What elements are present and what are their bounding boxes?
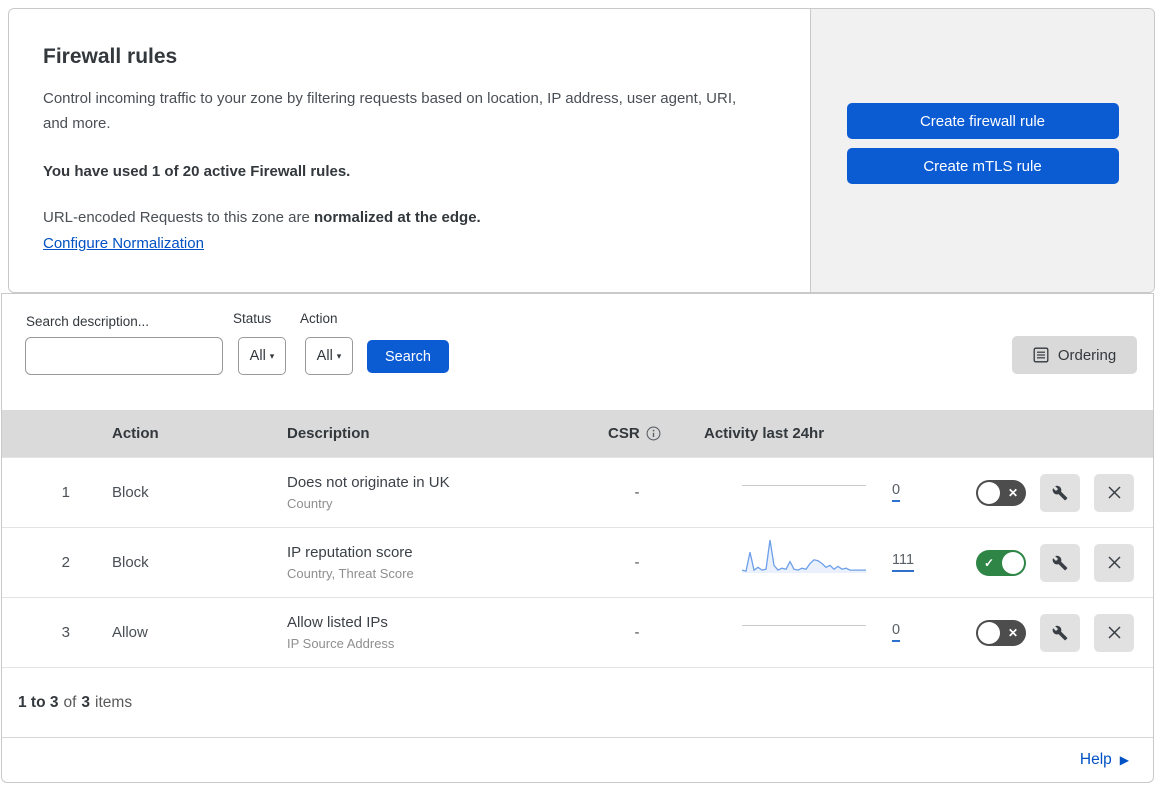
create-firewall-rule-button[interactable]: Create firewall rule [846, 103, 1119, 139]
help-link-label: Help [1079, 751, 1112, 768]
column-description: Description [287, 425, 370, 442]
items-total: 3 [81, 693, 91, 711]
header-info-panel: Firewall rules Control incoming traffic … [9, 9, 811, 292]
action-dropdown-value: All [316, 348, 333, 364]
ordering-list-icon [1033, 347, 1049, 363]
wrench-icon [1052, 485, 1068, 500]
activity-count-link[interactable]: 0 [892, 623, 901, 643]
edit-rule-button[interactable] [1040, 613, 1080, 652]
wrench-icon [1052, 555, 1068, 570]
info-icon[interactable] [646, 426, 661, 441]
header-actions-panel: Create firewall rule Create mTLS rule [811, 9, 1154, 292]
delete-rule-button[interactable] [1094, 543, 1134, 582]
rule-action: Block [112, 484, 149, 501]
items-label: items [95, 693, 133, 711]
toggle-off-x-icon: ✕ [1007, 485, 1018, 500]
status-dropdown[interactable]: All ▾ [238, 337, 286, 375]
toggle-knob [978, 621, 1000, 644]
toggle-knob [978, 481, 1000, 504]
column-action: Action [112, 425, 159, 442]
filter-bar: Search description... Status All ▾ Actio… [2, 294, 1153, 410]
help-bar: Help ▶ [2, 737, 1153, 782]
rule-enabled-toggle[interactable]: ✓ [976, 549, 1026, 576]
chevron-down-icon: ▾ [269, 350, 275, 361]
items-count: 1 to 3 of 3 items [2, 667, 1153, 737]
wrench-icon [1052, 625, 1068, 640]
rule-csr-value: - [634, 554, 640, 571]
table-row: 1 Block Does not originate in UK Country… [2, 457, 1153, 527]
table-row: 2 Block IP reputation score Country, Thr… [2, 527, 1153, 597]
items-of-label: of [63, 693, 77, 711]
usage-summary: You have used 1 of 20 active Firewall ru… [43, 163, 351, 180]
column-activity: Activity last 24hr [704, 425, 825, 442]
ordering-button[interactable]: Ordering [1012, 336, 1137, 374]
edit-rule-button[interactable] [1040, 543, 1080, 582]
search-input-wrapper [25, 337, 230, 375]
search-button[interactable]: Search [367, 340, 449, 373]
status-dropdown-value: All [249, 348, 266, 364]
toggle-knob [1002, 551, 1024, 574]
delete-rule-button[interactable] [1094, 473, 1134, 512]
rule-priority: 1 [61, 484, 70, 501]
rule-action: Block [112, 554, 149, 571]
normalization-note-bold: normalized at the edge. [314, 209, 481, 226]
rule-fields: Country, Threat Score [287, 566, 414, 581]
toggle-on-check-icon: ✓ [984, 555, 995, 570]
chevron-down-icon: ▾ [336, 350, 342, 361]
rule-fields: Country [287, 496, 333, 511]
help-link[interactable]: Help ▶ [1080, 751, 1129, 769]
status-label: Status [233, 311, 272, 326]
activity-count-link[interactable]: 0 [892, 483, 901, 503]
rule-priority: 2 [61, 554, 70, 571]
arrow-right-icon: ▶ [1119, 753, 1129, 767]
rule-fields: IP Source Address [287, 636, 395, 651]
column-csr: CSR [572, 425, 702, 442]
rule-description-link[interactable]: Allow listed IPs [287, 614, 572, 631]
activity-count-link[interactable]: 111 [892, 553, 915, 573]
normalization-note-text: URL-encoded Requests to this zone are [43, 209, 314, 226]
delete-rule-button[interactable] [1094, 613, 1134, 652]
page-title: Firewall rules [43, 45, 178, 68]
column-csr-label: CSR [608, 425, 640, 442]
rule-enabled-toggle[interactable]: ✕ [976, 619, 1026, 646]
rule-enabled-toggle[interactable]: ✕ [976, 479, 1026, 506]
close-icon [1107, 486, 1121, 499]
normalization-note: URL-encoded Requests to this zone are no… [43, 209, 770, 226]
toggle-off-x-icon: ✕ [1007, 625, 1018, 640]
action-label: Action [300, 311, 338, 326]
action-dropdown[interactable]: All ▾ [305, 337, 353, 375]
header-card: Firewall rules Control incoming traffic … [8, 8, 1155, 293]
rule-priority: 3 [61, 624, 70, 641]
activity-sparkline-flat [742, 625, 866, 627]
table-row: 3 Allow Allow listed IPs IP Source Addre… [2, 597, 1153, 667]
activity-sparkline [742, 536, 866, 574]
rule-description-link[interactable]: IP reputation score [287, 544, 572, 561]
rule-csr-value: - [634, 484, 640, 501]
ordering-button-label: Ordering [1057, 346, 1117, 364]
edit-rule-button[interactable] [1040, 473, 1080, 512]
rule-action: Allow [112, 624, 148, 641]
page-description: Control incoming traffic to your zone by… [43, 90, 737, 132]
rule-description-link[interactable]: Does not originate in UK [287, 474, 572, 491]
activity-sparkline-flat [742, 485, 866, 487]
configure-normalization-link[interactable]: Configure Normalization [43, 235, 204, 252]
rule-csr-value: - [634, 624, 640, 641]
items-range: 1 to 3 [18, 693, 59, 711]
rules-panel: Search description... Status All ▾ Actio… [1, 293, 1154, 783]
close-icon [1107, 626, 1121, 639]
close-icon [1107, 556, 1121, 569]
create-mtls-rule-button[interactable]: Create mTLS rule [846, 148, 1119, 184]
table-header: Action Description CSR Activity last 24h… [2, 410, 1153, 457]
search-label: Search description... [26, 314, 150, 329]
search-input[interactable] [45, 341, 230, 371]
